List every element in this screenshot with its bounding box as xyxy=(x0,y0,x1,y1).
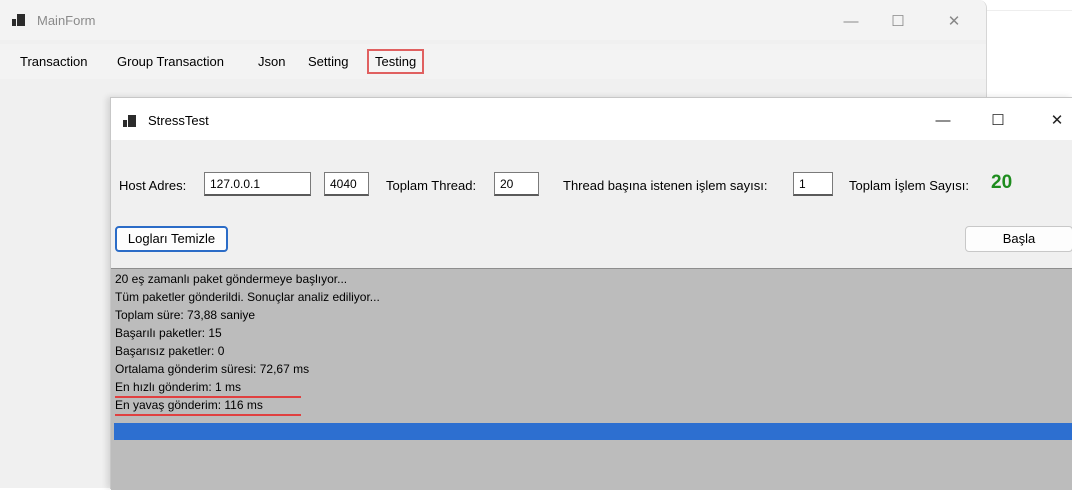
menu-item-setting[interactable]: Setting xyxy=(308,49,348,74)
minimize-button[interactable]: — xyxy=(923,108,963,134)
stresstest-window: StressTest — ☐ ✕ Host Adres: Toplam Thre… xyxy=(110,97,1072,490)
log-line: 20 eş zamanlı paket göndermeye başlıyor.… xyxy=(115,272,348,286)
stresstest-title: StressTest xyxy=(148,113,209,128)
log-line: Başarısız paketler: 0 xyxy=(115,344,225,358)
menu-item-group-transaction[interactable]: Group Transaction xyxy=(117,49,224,74)
maximize-button[interactable]: ☐ xyxy=(875,8,921,36)
host-label: Host Adres: xyxy=(119,178,187,193)
log-textbox[interactable]: 20 eş zamanlı paket göndermeye başlıyor.… xyxy=(111,268,1072,490)
log-line-fastest: En hızlı gönderim: 1 ms xyxy=(115,378,301,398)
per-thread-input[interactable] xyxy=(793,172,833,196)
app-icon xyxy=(123,115,137,127)
close-button[interactable]: ✕ xyxy=(1037,108,1072,134)
log-line: Ortalama gönderim süresi: 72,67 ms xyxy=(115,362,310,376)
host-input[interactable] xyxy=(204,172,311,196)
close-button[interactable]: ✕ xyxy=(931,8,977,36)
per-thread-label: Thread başına istenen işlem sayısı: xyxy=(563,178,768,193)
thread-label: Toplam Thread: xyxy=(386,178,477,193)
app-icon xyxy=(12,14,26,26)
log-line: Toplam süre: 73,88 saniye xyxy=(115,308,256,322)
log-line-slowest: En yavaş gönderim: 116 ms xyxy=(115,396,301,416)
menu-bar: Transaction Group Transaction Json Setti… xyxy=(0,44,986,79)
total-label: Toplam İşlem Sayısı: xyxy=(849,178,969,193)
maximize-button[interactable]: ☐ xyxy=(978,108,1018,134)
stresstest-titlebar: StressTest — ☐ ✕ xyxy=(111,98,1072,140)
menu-item-json[interactable]: Json xyxy=(258,49,285,74)
total-count-value: 20 xyxy=(991,172,1013,193)
main-titlebar: MainForm — ☐ ✕ xyxy=(0,0,986,40)
minimize-button[interactable]: — xyxy=(828,8,874,36)
start-button[interactable]: Başla xyxy=(965,226,1072,252)
clear-logs-button[interactable]: Logları Temizle xyxy=(115,226,228,252)
menu-item-transaction[interactable]: Transaction xyxy=(20,49,87,74)
log-line: Tüm paketler gönderildi. Sonuçlar analiz… xyxy=(115,290,380,304)
log-line: Başarılı paketler: 15 xyxy=(115,326,222,340)
selected-log-line xyxy=(114,423,1072,440)
thread-input[interactable] xyxy=(494,172,539,196)
port-input[interactable] xyxy=(324,172,369,196)
menu-item-testing[interactable]: Testing xyxy=(367,49,425,74)
main-window-title: MainForm xyxy=(37,13,96,28)
